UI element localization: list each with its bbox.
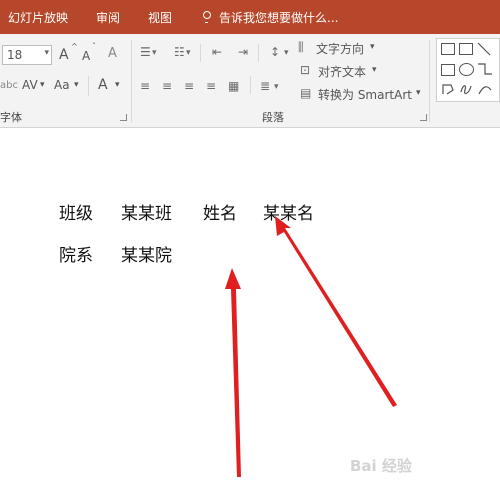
font-size-value: 18 <box>7 48 23 62</box>
department-value: 某某院 <box>121 246 172 266</box>
columns-icon[interactable]: ≣ <box>260 79 270 93</box>
clear-format-button[interactable]: A <box>108 46 117 61</box>
divider <box>200 44 201 62</box>
ribbon-tab-bar: 幻灯片放映 审阅 视图 告诉我您想要做什么... <box>0 0 500 34</box>
bullets-icon[interactable]: ☰ <box>140 45 151 59</box>
connector-shape-icon[interactable] <box>477 62 493 76</box>
oval-shape-icon[interactable] <box>459 63 474 76</box>
font-group-label: 字体 <box>0 111 22 124</box>
tab-view[interactable]: 视图 <box>148 9 172 26</box>
chevron-down-icon: ▾ <box>115 80 120 90</box>
text-direction-button[interactable]: 文字方向 <box>316 40 364 57</box>
class-label: 班级 <box>59 204 93 224</box>
text-direction-icon: ⫼ <box>298 40 304 54</box>
group-divider <box>131 40 132 122</box>
tab-review[interactable]: 审阅 <box>96 9 120 26</box>
font-dialog-launcher-icon[interactable] <box>120 114 127 121</box>
chevron-down-icon: ▾ <box>274 82 279 92</box>
paragraph-group-label: 段落 <box>262 111 284 124</box>
group-divider <box>429 40 430 122</box>
chevron-down-icon: ▾ <box>152 48 157 58</box>
smartart-icon: ▤ <box>300 86 312 100</box>
watermark: Bai 经验 <box>350 457 412 475</box>
name-label: 姓名 <box>203 204 237 224</box>
justify-icon[interactable]: ≡ <box>206 79 216 93</box>
font-size-dropdown[interactable]: 18 ▾ <box>2 45 52 65</box>
increase-indent-icon[interactable]: ⇥ <box>238 45 248 59</box>
shapes-gallery[interactable] <box>436 38 500 102</box>
tell-me-search[interactable]: 告诉我您想要做什么... <box>219 9 338 26</box>
name-value: 某某名 <box>263 204 314 224</box>
divider <box>250 76 251 94</box>
align-center-icon[interactable]: ≡ <box>162 79 172 93</box>
caret-down-icon: ˇ <box>92 42 96 51</box>
change-case-button[interactable]: Aa <box>54 78 70 92</box>
department-label: 院系 <box>59 246 93 266</box>
chevron-down-icon: ▾ <box>74 80 79 90</box>
chevron-down-icon: ▾ <box>416 88 421 98</box>
chevron-down-icon: ▾ <box>44 48 49 58</box>
chevron-down-icon: ▾ <box>372 65 377 75</box>
chevron-down-icon: ▾ <box>370 42 375 52</box>
slide-canvas[interactable] <box>0 128 500 498</box>
chevron-down-icon: ▾ <box>284 48 289 58</box>
paragraph-dialog-launcher-icon[interactable] <box>420 114 427 121</box>
distributed-icon[interactable]: ▦ <box>228 79 239 93</box>
arc-shape-icon[interactable] <box>477 82 493 96</box>
convert-smartart-button[interactable]: 转换为 SmartArt <box>318 86 412 103</box>
text-box-shape-icon[interactable] <box>441 43 455 55</box>
align-left-icon[interactable]: ≡ <box>140 79 150 93</box>
char-spacing-button[interactable]: AV <box>22 78 38 92</box>
decrease-indent-icon[interactable]: ⇤ <box>212 45 222 59</box>
line-spacing-icon[interactable]: ↕ <box>270 45 280 59</box>
caret-up-icon: ^ <box>71 42 78 51</box>
tab-slideshow[interactable]: 幻灯片放映 <box>8 9 68 26</box>
grow-font-button[interactable]: A <box>59 47 69 63</box>
line-shape-icon[interactable] <box>477 42 491 56</box>
chevron-down-icon: ▾ <box>40 80 45 90</box>
align-text-button[interactable]: 对齐文本 <box>318 63 366 80</box>
strikethrough-button[interactable]: abc <box>0 80 18 91</box>
class-value: 某某班 <box>121 204 172 224</box>
vertical-text-box-shape-icon[interactable] <box>459 43 473 55</box>
freeform-shape-icon[interactable] <box>441 82 455 96</box>
divider <box>258 44 259 62</box>
scribble-shape-icon[interactable] <box>459 82 473 96</box>
numbering-icon[interactable]: ☷ <box>174 45 185 59</box>
rectangle-shape-icon[interactable] <box>441 64 455 76</box>
chevron-down-icon: ▾ <box>186 48 191 58</box>
font-color-button[interactable]: A <box>98 77 108 93</box>
align-right-icon[interactable]: ≡ <box>184 79 194 93</box>
shrink-font-button[interactable]: A <box>82 49 90 63</box>
lightbulb-icon <box>203 11 211 23</box>
divider <box>88 76 89 96</box>
align-text-icon: ⊡ <box>300 63 311 77</box>
